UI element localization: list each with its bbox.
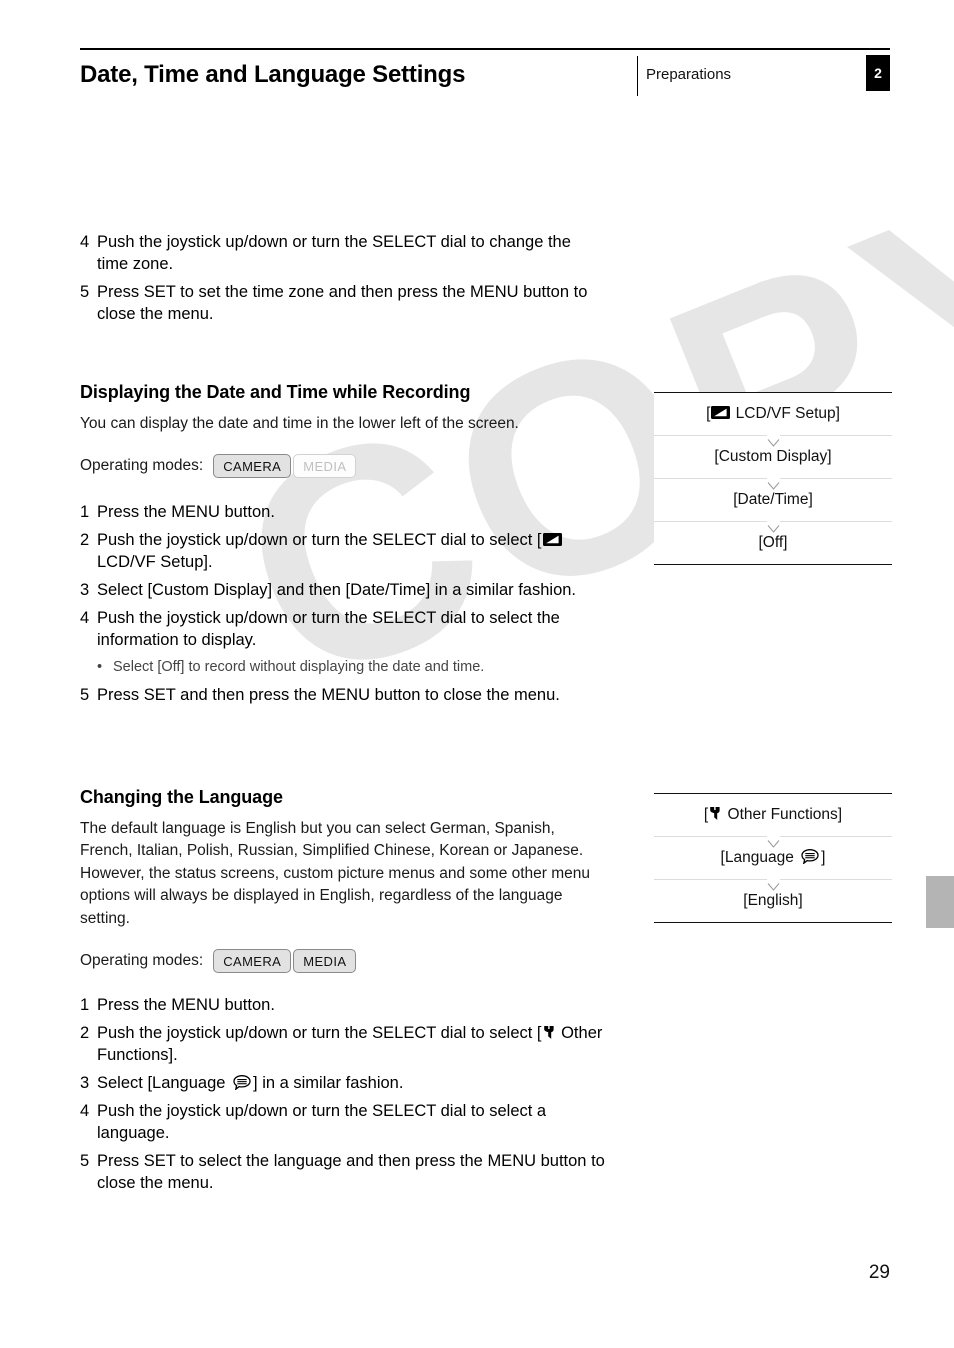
menu-flow-item: [Language ] (654, 837, 892, 879)
document-page: COPY Date, Time and Language Settings Pr… (0, 0, 954, 1348)
wrench-icon (543, 1025, 556, 1040)
step-number: 1 (80, 996, 90, 1015)
step-number: 4 (80, 233, 90, 251)
lcdvf-icon (711, 406, 731, 419)
step-number: 3 (80, 581, 90, 600)
step-item: 5 Press SET to select the language and t… (80, 1151, 605, 1195)
step-item: 2 Push the joystick up/down or turn the … (80, 530, 605, 574)
step-text: Select [Language ] in a similar fashion. (97, 1073, 605, 1095)
step-text-after: ] in a similar fashion. (253, 1074, 404, 1093)
section-heading: Displaying the Date and Time while Recor… (80, 382, 471, 402)
bullet-dot-icon: • (97, 659, 103, 676)
menu-flow-item: [English] (743, 892, 803, 909)
step-text: Press SET and then press the MENU button… (97, 685, 560, 704)
top-steps-list: 4 Push the joystick up/down or turn the … (80, 232, 600, 332)
step-text: Push the joystick up/down or turn the SE… (97, 1102, 547, 1143)
menu-flow-bottom-rule (654, 564, 892, 565)
note-bullet-item: • Select [Off] to record without display… (97, 658, 605, 678)
step-item: 4 Push the joystick up/down or turn the … (80, 608, 605, 652)
step-item: 2 Push the joystick up/down or turn the … (80, 1023, 605, 1067)
step-text: Press the MENU button. (97, 996, 275, 1015)
step-number: 3 (80, 1074, 90, 1093)
step-text: Press the MENU button. (97, 503, 275, 522)
menu-item-prefix: [ (703, 806, 709, 823)
operating-modes-row: Operating modes: CAMERA MEDIA (80, 949, 605, 974)
step-text-after: LCD/VF Setup]. (97, 553, 213, 572)
step-text-before: Push the joystick up/down or turn the SE… (97, 531, 542, 550)
chapter-number-badge: 2 (866, 55, 890, 91)
lcdvf-icon (542, 531, 562, 547)
header-divider (637, 56, 638, 96)
note-bullet-text: Select [Off] to record without displayin… (113, 659, 485, 676)
menu-flow-item: [ LCD/VF Setup] (654, 393, 892, 435)
menu-flow-language: [ Other Functions] [Language ] [English] (654, 793, 892, 923)
menu-item-label: LCD/VF Setup] (731, 405, 840, 422)
operating-modes-label: Operating modes: (80, 952, 204, 970)
step-number: 4 (80, 609, 90, 628)
mode-badge-media: MEDIA (293, 454, 357, 479)
step-number: 2 (80, 1024, 90, 1043)
menu-flow-item: [ Other Functions] (654, 794, 892, 836)
menu-item-label: Other Functions] (723, 806, 843, 823)
mode-badge-media: MEDIA (293, 949, 357, 974)
step-text: Press SET to select the language and the… (97, 1151, 605, 1192)
section-displaying-date-time: Displaying the Date and Time while Recor… (80, 382, 605, 713)
chapter-edge-tab (926, 876, 954, 928)
mode-badge-camera: CAMERA (213, 949, 292, 974)
operating-modes-row: Operating modes: CAMERA MEDIA (80, 454, 605, 479)
section-heading: Changing the Language (80, 787, 283, 807)
menu-item-label: ] (821, 849, 826, 866)
step-text: Push the joystick up/down or turn the SE… (97, 233, 571, 273)
step-item: 5 Press SET to set the time zone and the… (80, 282, 600, 326)
step-text: Select [Custom Display] and then [Date/T… (97, 581, 577, 600)
step-item: 4 Push the joystick up/down or turn the … (80, 232, 600, 276)
menu-item-prefix: [Language (720, 849, 799, 866)
wrench-icon (709, 806, 722, 821)
step-item: 4 Push the joystick up/down or turn the … (80, 1101, 605, 1145)
step-number: 5 (80, 685, 90, 704)
page-header: Date, Time and Language Settings Prepara… (80, 48, 890, 102)
step-text: Push the joystick up/down or turn the SE… (97, 1023, 605, 1067)
menu-flow-bottom-rule (654, 922, 892, 923)
menu-flow-item: [Date/Time] (733, 491, 813, 508)
step-number: 4 (80, 1102, 90, 1121)
page-title: Date, Time and Language Settings (80, 61, 466, 88)
section-intro-text: The default language is English but you … (80, 820, 591, 927)
menu-flow-item: [Off] (758, 534, 788, 551)
header-section-label: Preparations (646, 66, 732, 83)
step-item: 5 Press SET and then press the MENU butt… (80, 685, 605, 707)
step-number: 2 (80, 531, 90, 550)
section-intro-text: You can display the date and time in the… (80, 415, 519, 432)
step-number: 5 (80, 1151, 90, 1170)
step-item: 1 Press the MENU button. (80, 502, 605, 524)
step-text: Push the joystick up/down or turn the SE… (97, 530, 605, 574)
language-icon (233, 1075, 251, 1091)
operating-modes-label: Operating modes: (80, 457, 204, 475)
display-steps-list: 1 Press the MENU button. 2 Push the joys… (80, 502, 605, 706)
menu-flow-item: [Custom Display] (714, 448, 832, 465)
step-item: 1 Press the MENU button. (80, 995, 605, 1017)
language-icon (801, 849, 819, 865)
step-number: 5 (80, 282, 90, 301)
menu-item-prefix: [ (706, 405, 711, 422)
step-text: Press SET to set the time zone and then … (97, 282, 588, 323)
step-number: 1 (80, 503, 90, 522)
menu-flow-lcdvf: [ LCD/VF Setup] [Custom Display] [Date/T… (654, 392, 892, 565)
mode-badge-camera: CAMERA (213, 454, 292, 479)
page-number: 29 (868, 1262, 890, 1283)
step-item: 3 Select [Language ] in a similar fashio… (80, 1073, 605, 1095)
section-changing-language: Changing the Language The default langua… (80, 787, 605, 1201)
step-text-before: Push the joystick up/down or turn the SE… (97, 1024, 542, 1043)
language-steps-list: 1 Press the MENU button. 2 Push the joys… (80, 995, 605, 1195)
step-item: 3 Select [Custom Display] and then [Date… (80, 580, 605, 602)
step-text: Push the joystick up/down or turn the SE… (97, 609, 560, 650)
step-text-before: Select [Language (97, 1074, 231, 1093)
